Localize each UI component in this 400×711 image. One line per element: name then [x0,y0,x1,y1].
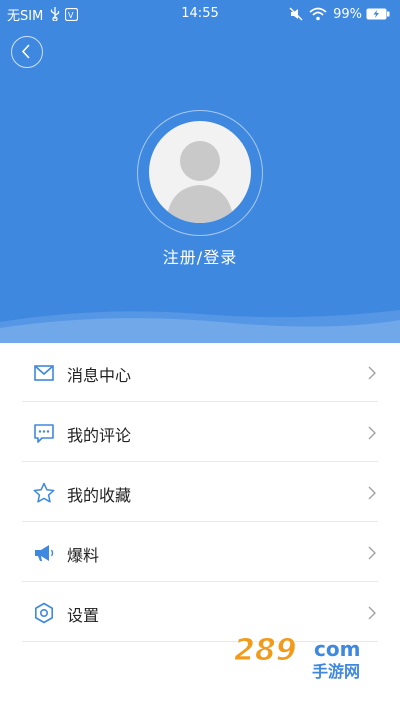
menu-item-messages[interactable]: 消息中心 [22,343,378,402]
chevron-right-icon [368,486,376,500]
gear-icon [35,602,53,624]
chevron-right-icon [368,426,376,440]
site-watermark-logo: 289 com 手游网 [234,633,361,681]
profile-header: 无SIM V 14:55 99% 注册/登录 [0,0,400,343]
watermark-subtitle: 手游网 [312,662,360,680]
chevron-right-icon [368,366,376,380]
back-button[interactable] [11,36,43,68]
login-register-link[interactable]: 注册/登录 [0,244,400,268]
menu-item-favorites[interactable]: 我的收藏 [22,463,378,522]
mute-icon [289,7,303,21]
menu-item-comments[interactable]: 我的评论 [22,403,378,462]
battery-percent: 99% [333,6,362,22]
wifi-icon [309,7,327,21]
chevron-left-icon [21,44,30,59]
user-silhouette-icon [166,141,234,223]
status-bar: 无SIM V 14:55 99% [0,0,400,28]
menu-item-label: 消息中心 [67,366,132,385]
watermark-suffix: com [314,637,360,661]
megaphone-icon [35,545,54,561]
header-wave [0,310,400,343]
menu-item-label: 我的收藏 [67,486,132,505]
comment-icon [34,424,54,443]
mail-icon [34,365,54,381]
avatar[interactable] [149,121,251,223]
battery-charging-icon [366,8,390,20]
chevron-right-icon [368,606,376,620]
menu-item-label: 爆料 [67,546,100,565]
chevron-right-icon [368,546,376,560]
star-icon [33,482,55,503]
menu-item-label: 我的评论 [67,426,132,445]
menu-item-tipoff[interactable]: 爆料 [22,523,378,582]
menu-item-label: 设置 [67,606,100,625]
watermark-number: 289 [234,633,297,668]
